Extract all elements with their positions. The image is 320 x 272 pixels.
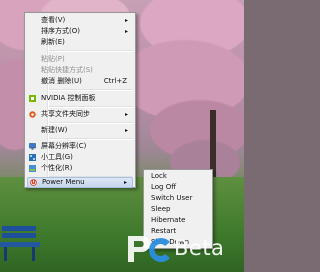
menu-item-new[interactable]: 新建(W) ▸	[27, 125, 133, 136]
personalize-icon	[29, 165, 36, 172]
power-item-log-off[interactable]: Log Off	[146, 182, 210, 193]
menu-separator	[49, 106, 133, 108]
power-item-switch-user[interactable]: Switch User	[146, 193, 210, 204]
submenu-arrow-icon: ▸	[124, 17, 128, 24]
menu-item-view[interactable]: 查看(V) ▸	[27, 15, 133, 26]
menu-separator	[49, 122, 133, 124]
gadgets-icon	[29, 154, 36, 161]
menu-separator	[49, 89, 133, 91]
nvidia-icon	[29, 95, 36, 102]
sync-icon	[29, 111, 36, 118]
shortcut-label: Ctrl+Z	[103, 77, 127, 85]
submenu-arrow-icon: ▸	[123, 179, 127, 186]
menu-item-sort-by[interactable]: 排序方式(O) ▸	[27, 26, 133, 37]
menu-item-shared-folder-sync[interactable]: 共享文件夹同步 ▸	[27, 109, 133, 120]
power-item-hibernate[interactable]: Hibernate	[146, 215, 210, 226]
menu-item-nvidia-control-panel[interactable]: NVIDIA 控制面板	[27, 93, 133, 104]
menu-item-personalize[interactable]: 个性化(R)	[27, 163, 133, 174]
submenu-arrow-icon: ▸	[124, 28, 128, 35]
display-icon	[29, 143, 36, 150]
menu-item-undo-delete[interactable]: 撤消 删除(U) Ctrl+Z	[27, 76, 133, 87]
watermark-text: Beta	[174, 236, 225, 260]
menu-item-screen-resolution[interactable]: 屏幕分辨率(C)	[27, 141, 133, 152]
desktop-context-menu: 查看(V) ▸ 排序方式(O) ▸ 刷新(E) 粘贴(P) 粘贴快捷方式(S) …	[24, 12, 136, 188]
submenu-arrow-icon: ▸	[124, 127, 128, 134]
menu-item-power-menu[interactable]: Power Menu ▸	[27, 177, 133, 188]
menu-item-gadgets[interactable]: 小工具(G)	[27, 152, 133, 163]
menu-separator	[49, 50, 133, 52]
menu-item-refresh[interactable]: 刷新(E)	[27, 37, 133, 48]
power-icon	[30, 179, 37, 186]
power-item-lock[interactable]: Lock	[146, 171, 210, 182]
menu-item-paste-shortcut[interactable]: 粘贴快捷方式(S)	[27, 65, 133, 76]
submenu-arrow-icon: ▸	[124, 111, 128, 118]
pcbeta-watermark: Beta	[124, 230, 242, 268]
power-item-sleep[interactable]: Sleep	[146, 204, 210, 215]
menu-item-paste[interactable]: 粘贴(P)	[27, 54, 133, 65]
menu-separator	[49, 138, 133, 140]
pcbeta-logo-icon	[128, 236, 170, 262]
